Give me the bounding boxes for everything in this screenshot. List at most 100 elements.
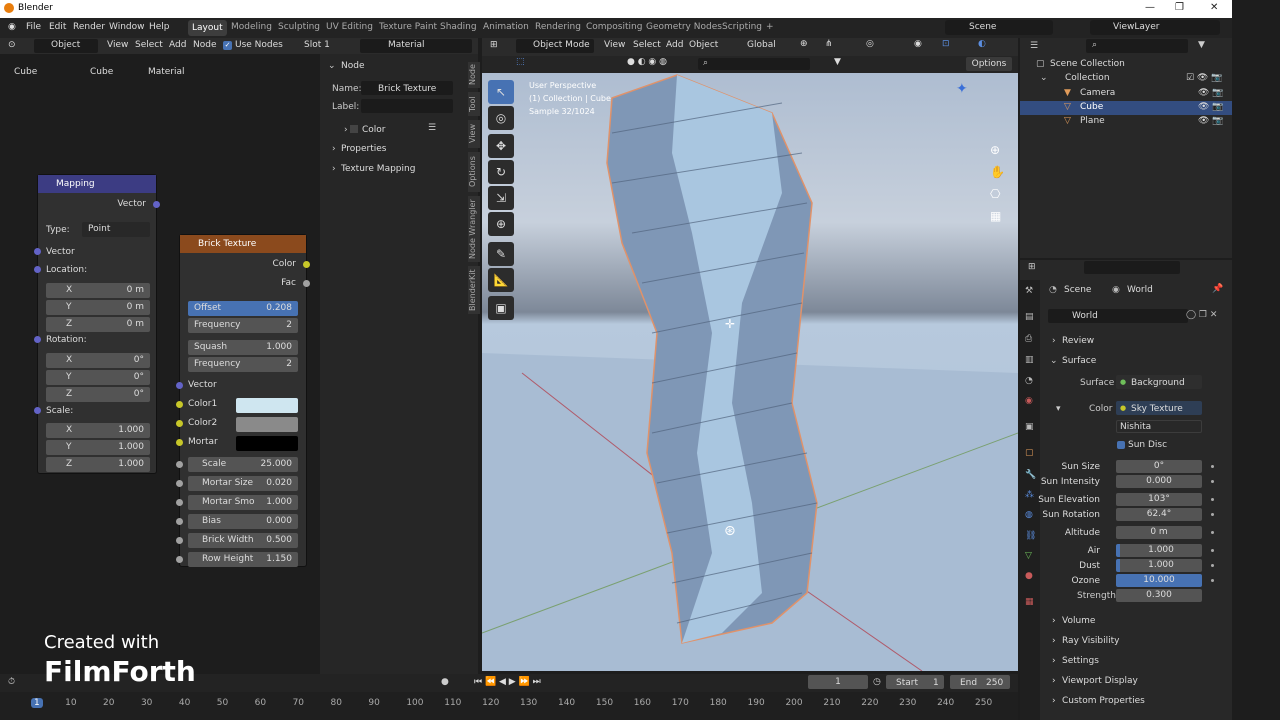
viewport-search-field[interactable] [698,58,810,70]
sky-param-field[interactable]: 62.4° [1116,508,1202,521]
pan-hand-icon[interactable]: ✋ [990,165,1005,179]
world-datablock-field[interactable] [1048,309,1188,323]
transform-orientation-dropdown[interactable]: Global [747,40,776,50]
sky-param-field[interactable]: 0° [1116,460,1202,473]
navigation-gizmo-icon[interactable]: ✦ [956,81,968,97]
sidebar-tab-node-wrangler[interactable]: Node Wrangler [468,196,480,262]
sky-param-field[interactable]: 103° [1116,493,1202,506]
sidebar-tab-view[interactable]: View [468,120,480,148]
properties-section-ray-visibility[interactable]: Ray Visibility [1062,636,1119,646]
section-chevron-icon[interactable]: › [1052,616,1056,626]
render-tab-icon[interactable]: ▤ [1025,312,1034,322]
texture-tab-icon[interactable]: ▦ [1025,597,1034,607]
brick-frequency2-field[interactable]: Frequency 2 [188,357,298,372]
brick-input-field[interactable]: Brick Width 0.500 [188,533,298,548]
keyframe-dot-icon[interactable] [1211,531,1214,534]
strength-field[interactable]: 0.300 [1116,589,1202,602]
pivot-icon[interactable]: ⊕ [800,39,808,49]
viewport-menu-object[interactable]: Object [689,40,718,50]
mapping-scl-x-field[interactable]: X 1.000 [46,423,150,438]
surface-chevron-icon[interactable]: ⌄ [1050,356,1058,366]
proportional-edit-icon[interactable]: ◎ [866,39,874,49]
props-breadcrumb-world[interactable]: World [1127,285,1153,295]
brick-mortar-socket[interactable] [176,439,183,446]
mapping-type-dropdown[interactable]: Point [82,222,150,237]
use-nodes-checkbox[interactable]: ✓ [223,41,232,50]
scale-tool-icon[interactable]: ⇲ [488,186,514,210]
brick-input-field[interactable]: Row Height 1.150 [188,552,298,567]
properties-section-custom-properties[interactable]: Custom Properties [1062,696,1145,706]
collection-visibility-icons[interactable]: ☑ 👁 📷 [1186,73,1222,83]
scene-selector[interactable] [945,20,1053,35]
sky-param-field[interactable]: 0 m [1116,526,1202,539]
visibility-icon[interactable]: ◉ [914,39,922,49]
timeline-editor-type-icon[interactable]: ⏱ [8,677,15,687]
tab-sculpting[interactable]: Sculpting [278,22,320,32]
brick-input-socket[interactable] [176,518,183,525]
mapping-scl-z-field[interactable]: Z 1.000 [46,457,150,472]
tab-rendering[interactable]: Rendering [535,22,581,32]
breadcrumb-cube-object[interactable]: Cube [14,67,37,77]
brick-vector-socket[interactable] [176,382,183,389]
brick-fac-output-socket[interactable] [303,280,310,287]
keyframe-dot-icon[interactable] [1211,513,1214,516]
brick-input-socket[interactable] [176,499,183,506]
blender-menu-icon[interactable]: ◉ [8,22,16,32]
section-chevron-icon[interactable]: › [1052,696,1056,706]
tab-compositing[interactable]: Compositing [586,22,642,32]
brick-color1-socket[interactable] [176,401,183,408]
brick-input-socket[interactable] [176,556,183,563]
node-section-title[interactable]: Node [341,61,365,71]
menu-select[interactable]: Select [135,40,163,50]
sidebar-tab-blenderkit[interactable]: BlenderKit [468,266,480,314]
breadcrumb-material[interactable]: Material [148,67,185,77]
brick-input-field[interactable]: Mortar Size 0.020 [188,476,298,491]
mapping-vector-input-socket[interactable] [34,248,41,255]
tab-scripting[interactable]: Scripting [722,22,762,32]
tab-modeling[interactable]: Modeling [231,22,272,32]
mapping-node[interactable]: Mapping Vector Type: Point Vector Locati… [34,174,160,474]
brick-color2-swatch[interactable] [236,417,298,432]
menu-edit[interactable]: Edit [49,22,66,32]
maximize-icon[interactable]: ❐ [1175,2,1184,13]
mapping-scale-socket[interactable] [34,407,41,414]
fake-user-icon[interactable]: ◯ ❐ ✕ [1186,310,1217,320]
properties-section-settings[interactable]: Settings [1062,656,1099,666]
scene-collection-label[interactable]: Scene Collection [1050,59,1125,69]
physics-tab-icon[interactable]: ◍ [1025,510,1033,520]
add-workspace-icon[interactable]: + [766,22,774,32]
object-tab-icon[interactable]: ▢ [1025,448,1034,458]
select-box-mode-icon[interactable]: ⬚ [516,57,525,67]
keyframe-dot-icon[interactable] [1211,579,1214,582]
constraints-tab-icon[interactable]: ⛓ [1025,531,1036,541]
mapping-loc-x-field[interactable]: X 0 m [46,283,150,298]
rotate-tool-icon[interactable]: ↻ [488,160,514,184]
props-search[interactable] [1084,261,1180,274]
add-cube-tool-icon[interactable]: ▣ [488,296,514,320]
brick-color2-socket[interactable] [176,420,183,427]
mapping-loc-y-field[interactable]: Y 0 m [46,300,150,315]
brick-mortar-swatch[interactable] [236,436,298,451]
zoom-icon[interactable]: ⊕ [990,143,1000,157]
props-editor-type-icon[interactable]: ⊞ [1028,262,1036,272]
review-chevron-icon[interactable]: › [1052,336,1056,346]
minimize-icon[interactable]: — [1145,2,1155,13]
brick-frequency1-field[interactable]: Frequency 2 [188,318,298,333]
properties-section-volume[interactable]: Volume [1062,616,1095,626]
close-icon[interactable]: ✕ [1210,2,1218,13]
viewport-editor-type-icon[interactable]: ⊞ [490,40,498,50]
sky-param-field[interactable]: 10.000 [1116,574,1202,587]
color-chevron-icon[interactable]: › [344,125,348,135]
menu-add[interactable]: Add [169,40,186,50]
editor-type-icon[interactable]: ⊙ [8,40,16,50]
overlay-icon[interactable]: ◐ [978,39,986,49]
shading-mode-icons[interactable]: ● ◐ ◉ ◍ [627,57,667,67]
review-section[interactable]: Review [1062,336,1094,346]
mapping-rot-z-field[interactable]: Z 0° [46,387,150,402]
color-checkbox[interactable] [350,125,358,133]
tab-layout[interactable]: Layout [188,20,227,36]
cube-visibility-icons[interactable]: 👁 📷 [1198,102,1224,112]
section-chevron-icon[interactable]: › [1052,676,1056,686]
sky-param-field[interactable]: 0.000 [1116,475,1202,488]
menu-node[interactable]: Node [193,40,217,50]
